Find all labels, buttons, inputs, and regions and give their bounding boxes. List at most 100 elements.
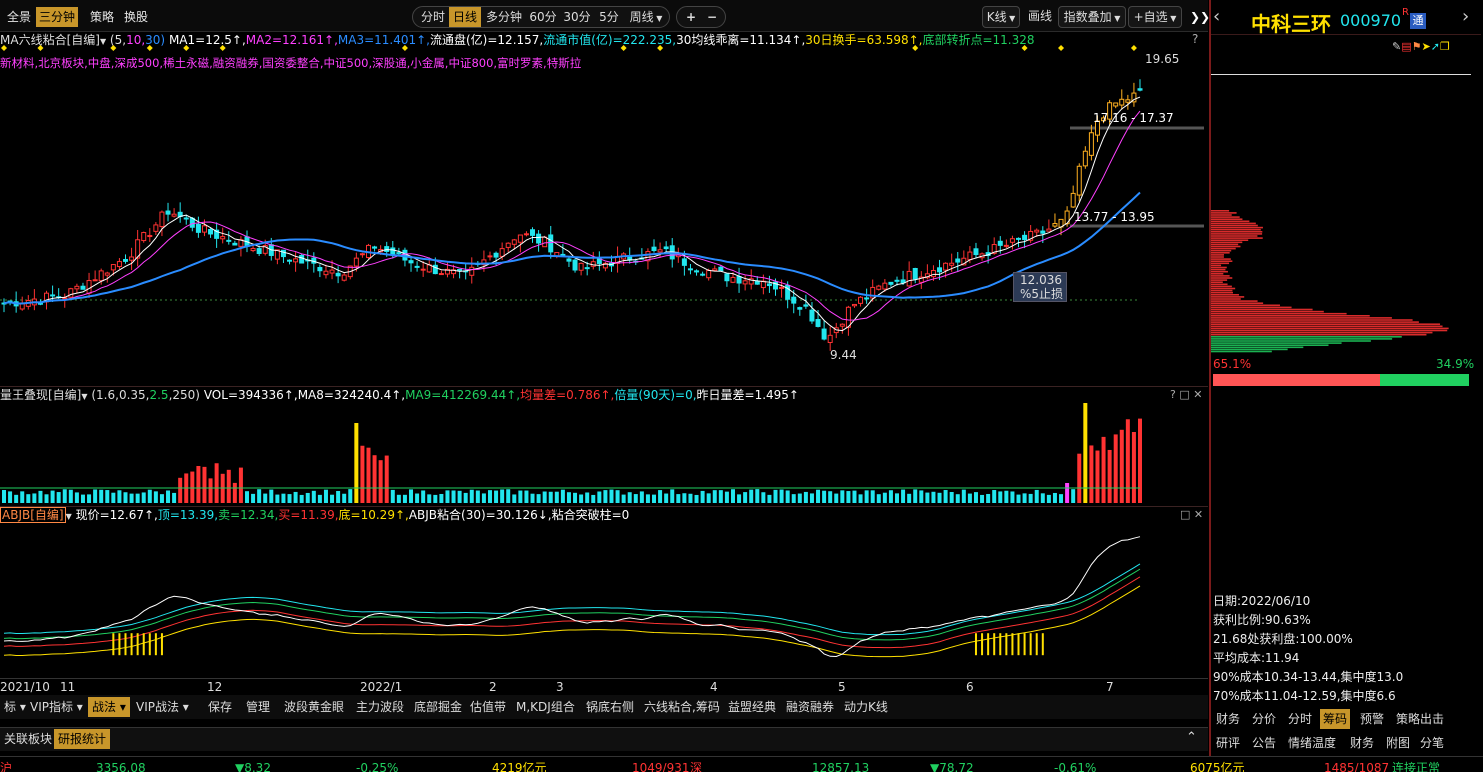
candle-body xyxy=(797,307,803,310)
period-60min[interactable]: 60分 xyxy=(527,7,559,27)
indicator-tab[interactable]: 益盟经典 xyxy=(724,697,780,717)
volume-bar xyxy=(451,490,456,503)
volume-bar xyxy=(913,489,918,503)
chip-bar xyxy=(1211,321,1419,323)
pointer-icon[interactable]: ➤ xyxy=(1422,40,1431,53)
right-panel-tab[interactable]: 情绪温度 xyxy=(1288,733,1336,753)
zoom-in-button[interactable]: + xyxy=(681,7,701,27)
chip-bar xyxy=(1211,247,1236,250)
volume-bar xyxy=(117,490,122,503)
volume-bar xyxy=(62,489,67,503)
volume-bar xyxy=(621,494,626,503)
add-watchlist-dropdown[interactable]: +自选 ▼ xyxy=(1128,6,1182,28)
arrow-icon[interactable]: ➚ xyxy=(1431,40,1440,53)
candle-body xyxy=(815,318,821,327)
draw-line-button[interactable]: 画线 xyxy=(1024,6,1056,28)
volume-bar xyxy=(803,491,808,503)
indicator-tab[interactable]: 波段黄金眼 xyxy=(280,697,348,717)
price-chart[interactable] xyxy=(0,45,1208,385)
volume-bar xyxy=(305,492,310,503)
indicator-tab[interactable]: VIP指标 ▾ xyxy=(26,697,87,717)
index-overlay-dropdown[interactable]: 指数叠加 ▼ xyxy=(1058,6,1126,28)
tab-strategy[interactable]: 策略 xyxy=(87,7,117,27)
candle-body xyxy=(578,262,584,271)
chevron-down-icon: ▼ xyxy=(1006,14,1016,23)
volume-bar xyxy=(275,494,280,503)
volume-bar xyxy=(93,489,98,503)
volume-panel-controls[interactable]: ? □ ✕ xyxy=(1170,388,1202,401)
indicator-tab[interactable]: 战法 ▾ xyxy=(88,697,130,717)
period-multi-minute[interactable]: 多分钟 xyxy=(483,7,525,27)
right-panel-tab[interactable]: 筹码 xyxy=(1320,709,1351,729)
volume-bar xyxy=(1119,429,1124,503)
copy-icon[interactable]: ❐ xyxy=(1440,40,1450,53)
volume-bar xyxy=(14,494,19,503)
indicator-tab[interactable]: 主力波段 xyxy=(352,697,408,717)
indicator-tab[interactable]: 保存 xyxy=(204,697,236,717)
volume-bar xyxy=(579,494,584,503)
volume-bar xyxy=(190,471,195,503)
indicator-tab[interactable]: VIP战法 ▾ xyxy=(132,697,193,717)
volume-bar xyxy=(512,494,517,503)
volume-indicator-name[interactable]: 量王叠现[自编] xyxy=(0,388,81,402)
zoom-out-button[interactable]: − xyxy=(702,7,722,27)
abjb-chart[interactable] xyxy=(0,522,1208,678)
right-panel-tab[interactable]: 研评 xyxy=(1216,733,1240,753)
period-weekly[interactable]: 周线 ▼ xyxy=(625,7,667,27)
right-panel-tab[interactable]: 预警 xyxy=(1360,709,1384,729)
period-daily[interactable]: 日线 xyxy=(449,7,481,27)
tab-overview[interactable]: 全景 xyxy=(4,7,34,27)
volume-bar xyxy=(481,493,486,503)
indicator-tab[interactable]: 估值带 xyxy=(466,697,510,717)
help-icon[interactable]: ? xyxy=(1192,32,1198,46)
tab-switch-stock[interactable]: 换股 xyxy=(121,7,151,27)
right-panel-tab[interactable]: 公告 xyxy=(1252,733,1276,753)
chip-date: 日期:2022/06/10 xyxy=(1213,594,1311,608)
tab-research-stats[interactable]: 研报统计 xyxy=(54,729,111,749)
indicator-tab[interactable]: 动力K线 xyxy=(840,697,892,717)
signal-marker xyxy=(219,45,226,51)
candle-body xyxy=(293,258,299,263)
right-panel-tab[interactable]: 附图 xyxy=(1386,733,1410,753)
abjb-buy: 买=11.39, xyxy=(278,508,339,522)
kline-dropdown[interactable]: K线 ▼ xyxy=(982,6,1020,28)
period-30min[interactable]: 30分 xyxy=(561,7,593,27)
indicator-tab[interactable]: 六线粘合,筹码 xyxy=(640,697,724,717)
next-stock-icon[interactable]: › xyxy=(1462,6,1469,27)
volume-chart[interactable] xyxy=(0,402,1208,506)
expand-icon[interactable]: ⌃ xyxy=(1186,730,1197,745)
pen-icon[interactable]: ✎ xyxy=(1392,40,1401,53)
tab-three-minute[interactable]: 三分钟 xyxy=(36,7,79,27)
abjb-indicator-name[interactable]: ABJB[自编] xyxy=(0,507,66,523)
volume-bar xyxy=(955,494,960,503)
indicator-tab[interactable]: 锅底右侧 xyxy=(582,697,638,717)
volume-bar xyxy=(1138,418,1142,503)
right-panel-tab[interactable]: 策略出击 xyxy=(1396,709,1444,729)
indicator-tab[interactable]: 管理 xyxy=(242,697,274,717)
indicator-tab[interactable]: 底部掘金 xyxy=(410,697,466,717)
indicator-tab[interactable]: M,KDJ组合 xyxy=(512,697,579,717)
tab-related-sectors[interactable]: 关联板块 xyxy=(0,729,56,749)
period-5min[interactable]: 5分 xyxy=(595,7,623,27)
chip-bar xyxy=(1211,298,1241,300)
abjb-panel-controls[interactable]: □ ✕ xyxy=(1180,508,1203,521)
prev-stock-icon[interactable]: ‹ xyxy=(1213,6,1220,27)
period-intraday[interactable]: 分时 xyxy=(417,7,449,27)
right-panel-tab[interactable]: 财务 xyxy=(1350,733,1374,753)
chevron-down-icon: ▼ xyxy=(1111,14,1121,23)
flag-icon[interactable]: ⚑ xyxy=(1412,40,1422,53)
volume-bar xyxy=(99,489,104,503)
right-panel-tab[interactable]: 财务 xyxy=(1216,709,1240,729)
candle-body xyxy=(912,268,918,280)
chip-bar xyxy=(1211,252,1230,254)
chip-bar xyxy=(1211,233,1263,235)
indicator-tab[interactable]: 融资融券 xyxy=(782,697,838,717)
volume-bar xyxy=(445,490,450,503)
right-panel-tab[interactable]: 分时 xyxy=(1288,709,1312,729)
candle-body xyxy=(724,273,730,282)
candle-body xyxy=(1113,102,1119,107)
right-panel-tab[interactable]: 分笔 xyxy=(1420,733,1444,753)
right-panel-tab[interactable]: 分价 xyxy=(1252,709,1276,729)
volume-bar xyxy=(664,493,669,503)
table-icon[interactable]: ▤ xyxy=(1401,40,1411,53)
